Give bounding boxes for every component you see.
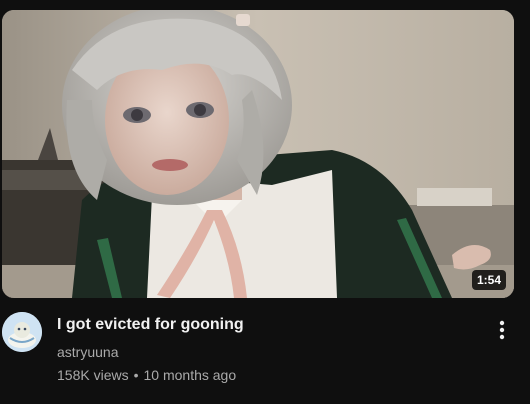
upload-age: 10 months ago [143,367,237,383]
duration-badge: 1:54 [471,270,506,290]
thumbnail-image [2,10,514,298]
channel-avatar[interactable] [2,312,42,352]
more-vert-icon [499,320,505,340]
video-stats: 158K views • 10 months ago [57,365,236,385]
avatar-image [2,312,42,352]
view-count: 158K views [57,367,129,383]
more-actions-button[interactable] [488,316,516,344]
video-card[interactable]: 1:54 I got evicted for gooning astryuuna… [0,0,530,404]
separator-dot: • [133,367,139,383]
channel-name[interactable]: astryuuna [57,342,118,362]
video-title[interactable]: I got evicted for gooning [57,314,244,336]
video-details: I got evicted for gooning astryuuna 158K… [0,310,530,400]
video-thumbnail[interactable]: 1:54 [2,10,514,298]
